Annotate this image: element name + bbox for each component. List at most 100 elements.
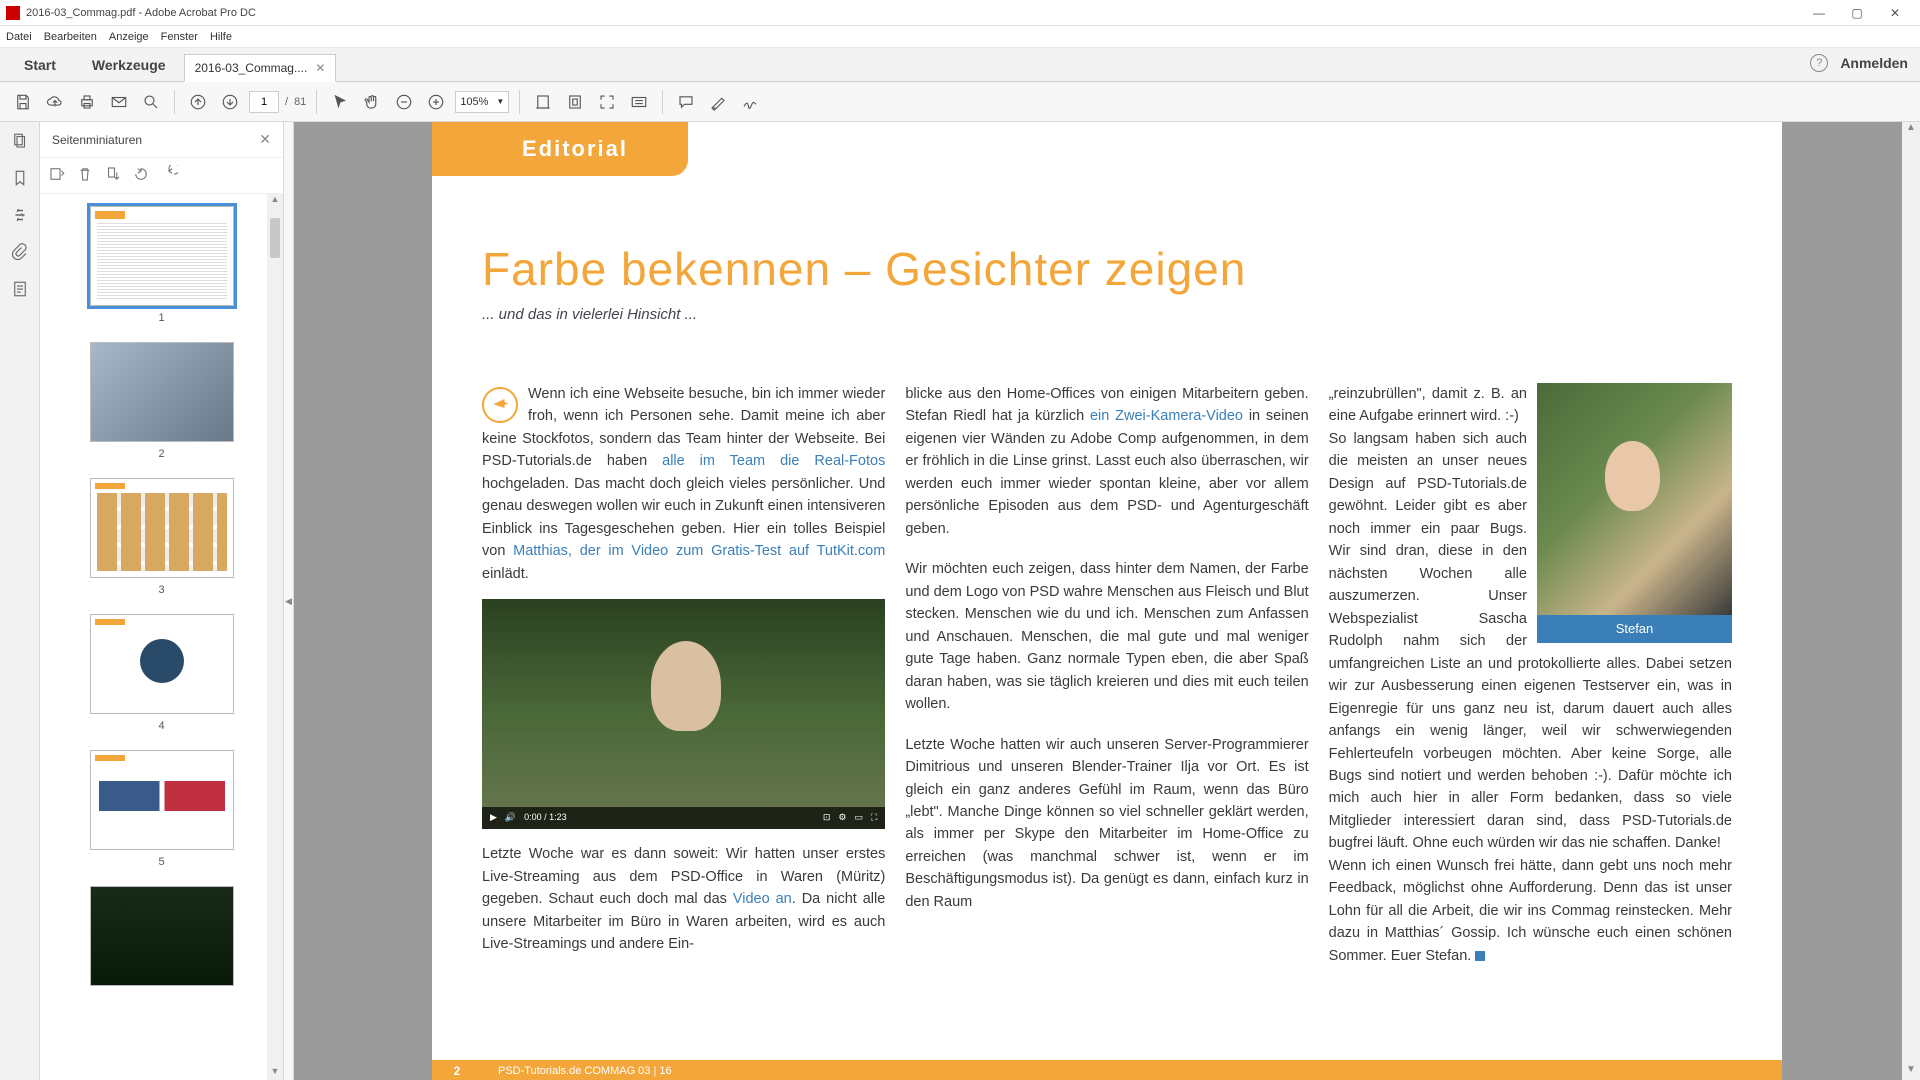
menu-file[interactable]: Datei	[6, 31, 32, 43]
cloud-icon[interactable]	[42, 89, 68, 115]
layers-icon[interactable]	[11, 206, 29, 227]
page-input[interactable]	[249, 91, 279, 113]
menu-help[interactable]: Hilfe	[210, 31, 232, 43]
search-icon[interactable]	[138, 89, 164, 115]
thumb-insert-icon[interactable]	[104, 165, 122, 186]
menubar: Datei Bearbeiten Anzeige Fenster Hilfe	[0, 26, 1920, 48]
link[interactable]: ein Zwei-Kamera-Video	[1090, 408, 1243, 424]
pdf-page: Editorial Farbe bekennen – Gesichter zei…	[432, 122, 1782, 1080]
signin-link[interactable]: Anmelden	[1840, 55, 1908, 71]
print-icon[interactable]	[74, 89, 100, 115]
zoom-value: 105%	[460, 96, 488, 108]
zoom-select[interactable]: 105%▼	[455, 91, 509, 113]
thumbnail-3[interactable]: 3	[40, 478, 283, 596]
window-title: 2016-03_Commag.pdf - Adobe Acrobat Pro D…	[26, 7, 1800, 19]
bookmarks-icon[interactable]	[11, 169, 29, 190]
link[interactable]: Matthi­as, der im Video zum Gratis-Test …	[513, 543, 885, 559]
minimize-button[interactable]: —	[1800, 2, 1838, 24]
fit-page-icon[interactable]	[562, 89, 588, 115]
document-view: Editorial Farbe bekennen – Gesichter zei…	[294, 122, 1920, 1080]
play-icon[interactable]: ▶	[490, 811, 497, 825]
video-thumbnail[interactable]: ▶ 🔊 0:00 / 1:23 ⊡ ⚙ ▭ ⛶	[482, 599, 885, 829]
footer-text: PSD-Tutorials.de COMMAG 03 | 16	[482, 1060, 1782, 1080]
thumbnails-icon[interactable]	[11, 132, 29, 153]
thumb-delete-icon[interactable]	[76, 165, 94, 186]
body-text: Wir möchten euch zeigen, dass hinter dem…	[905, 558, 1308, 715]
menu-window[interactable]: Fenster	[161, 31, 198, 43]
gear-icon[interactable]: ⚙	[838, 811, 846, 825]
tab-close-icon[interactable]: ✕	[315, 61, 325, 75]
highlight-icon[interactable]	[705, 89, 731, 115]
thumb-num: 3	[158, 584, 164, 596]
zoom-out-icon[interactable]	[391, 89, 417, 115]
page-sep: /	[285, 96, 288, 108]
scroll-down-icon[interactable]: ▼	[1902, 1064, 1920, 1080]
thumbnail-panel-close-icon[interactable]: ✕	[259, 131, 271, 148]
select-tool-icon[interactable]	[327, 89, 353, 115]
thumb-num: 5	[158, 856, 164, 868]
thumb-num: 4	[158, 720, 164, 732]
scroll-up-icon[interactable]: ▲	[267, 194, 283, 208]
toolbar: / 81 105%▼	[0, 82, 1920, 122]
thumb-options-icon[interactable]	[48, 165, 66, 186]
thumbnail-5[interactable]: 5	[40, 750, 283, 868]
author-caption: Stefan	[1537, 615, 1732, 643]
help-icon[interactable]: ?	[1810, 54, 1828, 72]
prev-page-icon[interactable]	[185, 89, 211, 115]
thumb-rotate-cw-icon[interactable]	[160, 165, 178, 186]
mail-icon[interactable]	[106, 89, 132, 115]
collapse-panel-icon[interactable]: ◀	[284, 122, 294, 1080]
thumbnail-panel-title: Seitenminiaturen	[52, 133, 142, 147]
scroll-thumb[interactable]	[270, 218, 280, 258]
thumbnail-1[interactable]: 1	[40, 206, 283, 324]
thumbnail-2[interactable]: 2	[40, 342, 283, 460]
save-icon[interactable]	[10, 89, 36, 115]
page-subhead: ... und das in vielerlei Hinsicht ...	[482, 306, 1732, 323]
menu-view[interactable]: Anzeige	[109, 31, 149, 43]
thumb-rotate-ccw-icon[interactable]	[132, 165, 150, 186]
body-text: Wenn ich einen Wunsch frei hätte, dann g…	[1329, 858, 1732, 964]
video-time: 0:00 / 1:23	[524, 811, 567, 825]
thumb-num: 2	[158, 448, 164, 460]
tab-document[interactable]: 2016-03_Commag.... ✕	[184, 54, 337, 82]
menu-edit[interactable]: Bearbeiten	[44, 31, 97, 43]
maximize-button[interactable]: ▢	[1838, 2, 1876, 24]
separator	[174, 90, 175, 114]
page-headline: Farbe bekennen – Gesichter zeigen	[482, 242, 1732, 296]
attachments-icon[interactable]	[11, 243, 29, 264]
fit-width-icon[interactable]	[530, 89, 556, 115]
next-page-icon[interactable]	[217, 89, 243, 115]
fullscreen-icon[interactable]	[594, 89, 620, 115]
read-mode-icon[interactable]	[626, 89, 652, 115]
dropcap-icon	[482, 387, 518, 423]
link[interactable]: alle im Team die Real-Fotos	[662, 453, 885, 469]
video-controls: ▶ 🔊 0:00 / 1:23 ⊡ ⚙ ▭ ⛶	[482, 807, 885, 829]
zoom-in-icon[interactable]	[423, 89, 449, 115]
separator	[316, 90, 317, 114]
tabbar: Start Werkzeuge 2016-03_Commag.... ✕ ? A…	[0, 48, 1920, 82]
thumbnail-scrollbar[interactable]: ▲ ▼	[267, 194, 283, 1080]
column-1: Wenn ich eine Webseite besuche, bin ich …	[482, 383, 885, 967]
sign-icon[interactable]	[737, 89, 763, 115]
fullscreen-icon[interactable]: ⛶	[871, 811, 877, 825]
tags-icon[interactable]	[11, 280, 29, 301]
hand-tool-icon[interactable]	[359, 89, 385, 115]
comment-icon[interactable]	[673, 89, 699, 115]
tab-tools[interactable]: Werkzeuge	[74, 49, 184, 81]
tab-start[interactable]: Start	[6, 49, 74, 81]
document-scrollbar[interactable]: ▲ ▼	[1902, 122, 1920, 1080]
youtube-icon[interactable]: ▭	[855, 811, 864, 825]
thumbnail-6[interactable]	[40, 886, 283, 986]
volume-icon[interactable]: 🔊	[505, 811, 516, 825]
left-rail	[0, 122, 40, 1080]
scroll-down-icon[interactable]: ▼	[267, 1066, 283, 1080]
cc-icon[interactable]: ⊡	[823, 811, 831, 825]
section-tab: Editorial	[432, 122, 688, 176]
scroll-up-icon[interactable]: ▲	[1902, 122, 1920, 138]
link[interactable]: Video an	[733, 891, 792, 907]
close-button[interactable]: ✕	[1876, 2, 1914, 24]
column-2: blicke aus den Home-Offices von einigen …	[905, 383, 1308, 967]
titlebar: 2016-03_Commag.pdf - Adobe Acrobat Pro D…	[0, 0, 1920, 26]
thumbnail-4[interactable]: 4	[40, 614, 283, 732]
thumbnail-tools	[40, 158, 283, 194]
